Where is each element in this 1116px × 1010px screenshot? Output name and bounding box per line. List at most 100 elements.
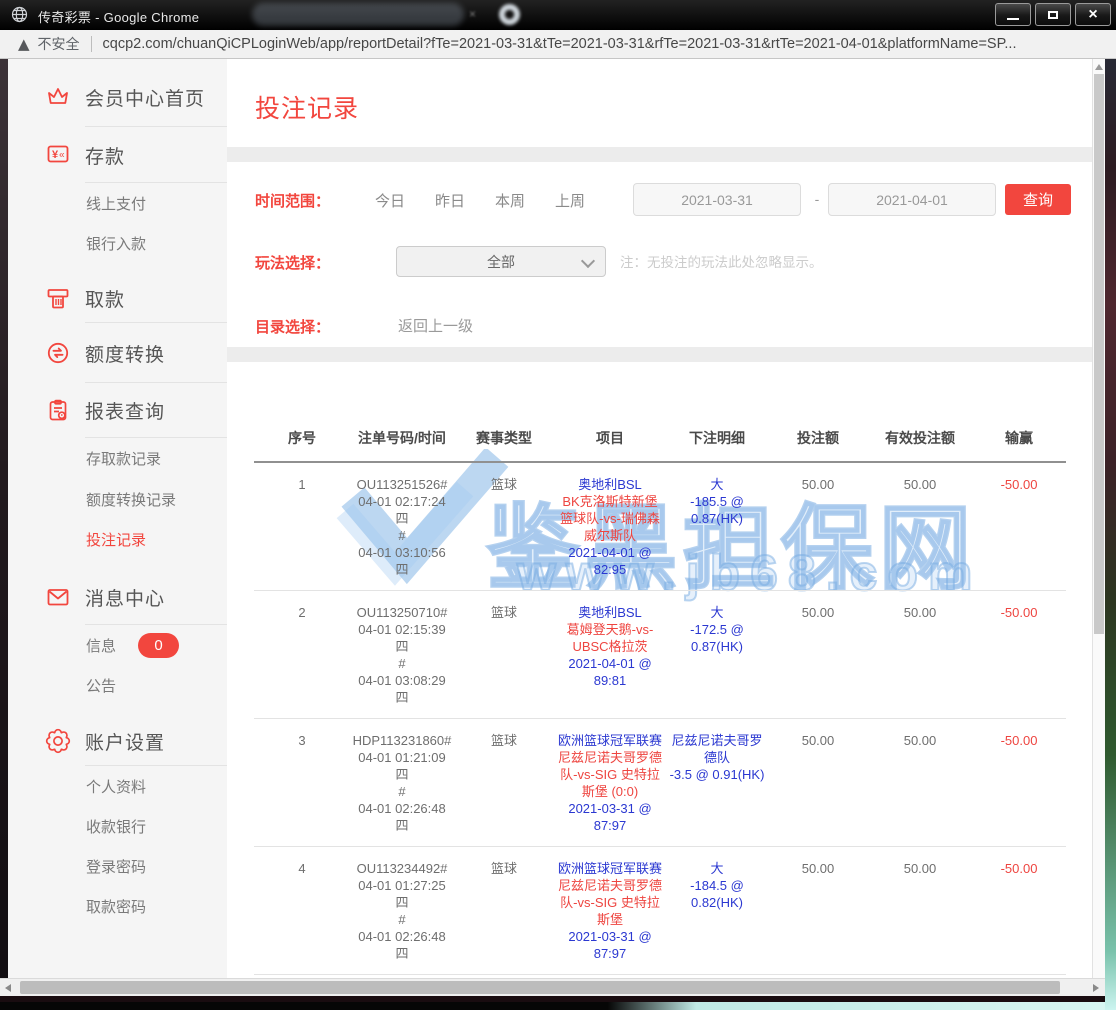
header-win-loss: 输赢 bbox=[972, 428, 1066, 448]
close-button[interactable]: × bbox=[1075, 3, 1111, 26]
sidebar-item-bank-deposit[interactable]: 银行入款 bbox=[8, 223, 227, 263]
cell-item: 欧洲篮球冠军联赛 尼兹尼诺夫哥罗德队-vs-SIG 史特拉斯堡 2021-03-… bbox=[554, 847, 666, 974]
sidebar-sub-label: 公告 bbox=[86, 675, 116, 696]
sidebar-sub-label: 投注记录 bbox=[86, 529, 146, 550]
cell-sport: 篮球 bbox=[454, 591, 554, 718]
bet-records-table: 序号 注单号码/时间 赛事类型 项目 下注明细 投注额 有效投注额 输赢 1 O… bbox=[254, 362, 1066, 978]
table-row: 2 OU113250710#04-01 02:15:39 四 #04-01 03… bbox=[254, 591, 1066, 719]
sidebar-item-withdraw[interactable]: 取款 bbox=[8, 274, 227, 323]
back-up-level-link[interactable]: 返回上一级 bbox=[398, 315, 473, 336]
sidebar-item-login-password[interactable]: 登录密码 bbox=[8, 846, 227, 886]
cell-bet-amount: 50.00 bbox=[768, 719, 868, 846]
page-title: 投注记录 bbox=[255, 89, 359, 125]
sidebar-item-label: 会员中心首页 bbox=[85, 84, 205, 111]
horizontal-scrollbar-thumb[interactable] bbox=[20, 981, 1060, 994]
sidebar-item-deposit[interactable]: ¥ « 存款 bbox=[8, 127, 227, 183]
table-row: 3 HDP113231860#04-01 01:21:09 四 #04-01 0… bbox=[254, 719, 1066, 847]
window-title: 传奇彩票 - Google Chrome bbox=[38, 7, 199, 26]
directory-label: 目录选择： bbox=[255, 316, 347, 337]
sidebar-item-label: 额度转换 bbox=[85, 340, 165, 367]
minimize-button[interactable] bbox=[995, 3, 1031, 26]
cell-order-time: OU113251526#04-01 02:17:24 四 #04-01 03:1… bbox=[350, 463, 454, 590]
sidebar-item-message-center[interactable]: 消息中心 bbox=[8, 570, 227, 625]
main-content: 鉴黑担保网 www.jb68.com 投注记录 时间范围： 今日 昨日 本周 上… bbox=[227, 59, 1092, 978]
header-bet-detail: 下注明细 bbox=[666, 428, 768, 448]
scroll-right-icon[interactable] bbox=[1093, 984, 1099, 992]
cell-bet-detail: 大-184.5 @ 0.82(HK) bbox=[666, 847, 768, 974]
cell-item: 欧洲篮球冠军联赛 尼兹尼诺夫哥罗德队-vs-SIG 史特拉斯堡 (0:0) 20… bbox=[554, 719, 666, 846]
date-from-input[interactable] bbox=[633, 183, 801, 216]
sidebar-sub-label: 个人资料 bbox=[86, 776, 146, 797]
sidebar-item-quota-exchange-records[interactable]: 额度转换记录 bbox=[8, 479, 227, 519]
cell-bet-amount: 50.00 bbox=[768, 463, 868, 590]
sidebar-sub-label: 额度转换记录 bbox=[86, 489, 176, 510]
security-label[interactable]: 不安全 bbox=[38, 34, 80, 54]
quick-filter-last-week[interactable]: 上周 bbox=[555, 190, 585, 211]
ghost-new-tab-icon bbox=[499, 4, 520, 25]
quick-filter-yesterday[interactable]: 昨日 bbox=[435, 190, 465, 211]
address-bar[interactable]: ▲ 不安全 cqcp2.com/chuanQiCPLoginWeb/app/re… bbox=[0, 30, 1116, 59]
cell-sport: 篮球 bbox=[454, 463, 554, 590]
sidebar-item-announcements[interactable]: 公告 bbox=[8, 665, 227, 705]
ghost-tab-close-icon: × bbox=[469, 7, 476, 21]
sidebar-item-bet-records[interactable]: 投注记录 bbox=[8, 519, 227, 559]
sidebar-item-online-pay[interactable]: 线上支付 bbox=[8, 183, 227, 223]
cell-valid-bet: 50.00 bbox=[868, 847, 972, 974]
cell-valid-bet: 50.00 bbox=[868, 463, 972, 590]
url-text[interactable]: cqcp2.com/chuanQiCPLoginWeb/app/reportDe… bbox=[103, 36, 1017, 52]
close-icon: × bbox=[1088, 7, 1097, 23]
table-row: 1 OU113251526#04-01 02:17:24 四 #04-01 03… bbox=[254, 463, 1066, 591]
desktop-edge-bottom bbox=[0, 1002, 1105, 1010]
play-type-note: 注：无投注的玩法此处忽略显示。 bbox=[620, 251, 823, 271]
sidebar-item-label: 存款 bbox=[85, 142, 125, 169]
cell-item: 奥地利BSL 葛姆登天鹅-vs-UBSC格拉茨 2021-04-01 @ 89:… bbox=[554, 591, 666, 718]
date-range-dash: - bbox=[810, 191, 824, 207]
sidebar-item-reports[interactable]: 报表查询 bbox=[8, 383, 227, 438]
play-type-select[interactable]: 全部 bbox=[396, 246, 606, 277]
play-type-label: 玩法选择： bbox=[255, 252, 347, 273]
sidebar-item-quota-exchange[interactable]: 额度转换 bbox=[8, 323, 227, 383]
sidebar-item-deposit-withdraw-records[interactable]: 存取款记录 bbox=[8, 438, 227, 479]
cell-bet-detail: 大-185.5 @ 0.87(HK) bbox=[666, 463, 768, 590]
date-to-input[interactable] bbox=[828, 183, 996, 216]
sidebar-item-payee-bank[interactable]: 收款银行 bbox=[8, 806, 227, 846]
sidebar-item-label: 取款 bbox=[85, 285, 125, 312]
sidebar-item-account-settings[interactable]: 账户设置 bbox=[8, 716, 227, 766]
header-sport-type: 赛事类型 bbox=[454, 428, 554, 448]
table-header-row: 序号 注单号码/时间 赛事类型 项目 下注明细 投注额 有效投注额 输赢 bbox=[254, 362, 1066, 463]
gear-icon bbox=[45, 728, 71, 754]
sidebar-item-messages[interactable]: 信息 0 bbox=[8, 625, 227, 665]
divider-band bbox=[227, 347, 1092, 362]
vertical-scrollbar-thumb[interactable] bbox=[1094, 74, 1104, 634]
message-count-badge: 0 bbox=[138, 633, 179, 658]
cell-no: 2 bbox=[254, 591, 350, 718]
window-titlebar: 传奇彩票 - Google Chrome × × bbox=[0, 0, 1116, 30]
quick-filter-this-week[interactable]: 本周 bbox=[495, 190, 525, 211]
search-button[interactable]: 查询 bbox=[1005, 184, 1071, 215]
cell-order-time: OU113250710#04-01 02:15:39 四 #04-01 03:0… bbox=[350, 591, 454, 718]
sidebar-sub-label: 线上支付 bbox=[86, 193, 146, 214]
sidebar-item-label: 账户设置 bbox=[85, 728, 165, 755]
cell-valid-bet: 50.00 bbox=[868, 591, 972, 718]
horizontal-scrollbar[interactable] bbox=[0, 978, 1105, 996]
sidebar-item-member-home[interactable]: 会员中心首页 bbox=[8, 67, 227, 127]
sidebar-sub-label: 银行入款 bbox=[86, 233, 146, 254]
filter-time-range: 时间范围： 今日 昨日 本周 上周 - 查询 bbox=[255, 183, 1085, 217]
cell-no: 1 bbox=[254, 463, 350, 590]
cell-win-loss: -50.00 bbox=[972, 463, 1066, 590]
header-order-time: 注单号码/时间 bbox=[350, 428, 454, 448]
maximize-button[interactable] bbox=[1035, 3, 1071, 26]
cell-order-time: OU113234492#04-01 01:27:25 四 #04-01 02:2… bbox=[350, 847, 454, 974]
svg-text:¥: ¥ bbox=[52, 149, 59, 161]
globe-icon bbox=[11, 6, 28, 28]
cell-bet-amount: 50.00 bbox=[768, 847, 868, 974]
sidebar-item-withdraw-password[interactable]: 取款密码 bbox=[8, 886, 227, 926]
desktop-edge-left bbox=[0, 59, 8, 978]
sidebar-item-profile[interactable]: 个人资料 bbox=[8, 766, 227, 806]
deposit-icon: ¥ « bbox=[45, 142, 71, 168]
vertical-scrollbar[interactable] bbox=[1092, 59, 1105, 978]
cell-no: 3 bbox=[254, 719, 350, 846]
quick-filter-today[interactable]: 今日 bbox=[375, 190, 405, 211]
scroll-up-icon[interactable] bbox=[1095, 64, 1103, 70]
scroll-left-icon[interactable] bbox=[5, 984, 11, 992]
